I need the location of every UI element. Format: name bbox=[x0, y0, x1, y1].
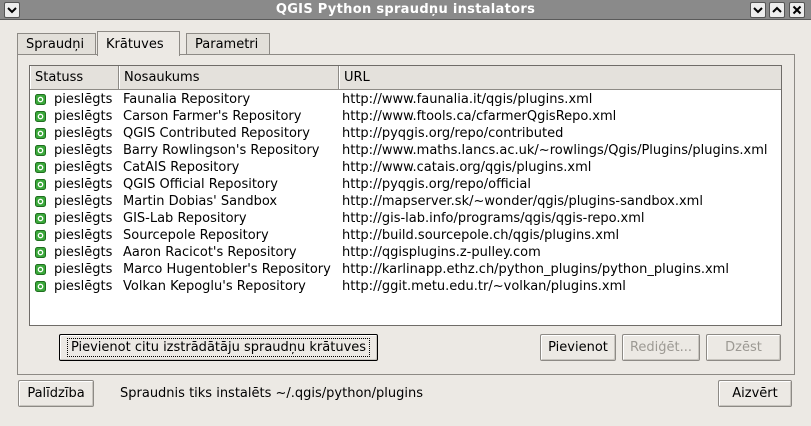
status-connected-icon bbox=[35, 128, 46, 139]
window-menu-button[interactable] bbox=[4, 2, 20, 18]
repository-table[interactable]: Statuss Nosaukums URL pieslēgts Faunalia… bbox=[29, 65, 782, 326]
row-name: Sourcepole Repository bbox=[123, 228, 269, 243]
table-header: Statuss Nosaukums URL bbox=[30, 66, 781, 90]
window-title: QGIS Python spraudņu instalators bbox=[275, 2, 536, 17]
row-status: pieslēgts bbox=[54, 194, 113, 209]
row-name: Barry Rowlingson's Repository bbox=[123, 143, 320, 158]
button-label: Aizvērt bbox=[732, 386, 778, 401]
status-connected-icon bbox=[35, 162, 46, 173]
row-url: http://mapserver.sk/~wonder/qgis/plugins… bbox=[342, 194, 703, 209]
row-status: pieslēgts bbox=[54, 92, 113, 107]
tab-label: Spraudņi bbox=[26, 37, 85, 52]
table-row[interactable]: pieslēgts Carson Farmer's Repository htt… bbox=[30, 108, 781, 125]
button-label: Pievienot bbox=[548, 340, 608, 355]
row-status: pieslēgts bbox=[54, 279, 113, 294]
button-label: Rediģēt... bbox=[629, 340, 693, 355]
tab-label: Krātuves bbox=[106, 36, 164, 52]
minimize-button[interactable] bbox=[750, 2, 766, 18]
row-url: http://www.catais.org/qgis/plugins.xml bbox=[342, 160, 592, 175]
table-row[interactable]: pieslēgts QGIS Contributed Repository ht… bbox=[30, 125, 781, 142]
button-label: Pievienot citu izstrādātāju spraudņu krā… bbox=[66, 338, 371, 357]
window-titlebar[interactable]: QGIS Python spraudņu instalators bbox=[0, 0, 811, 20]
row-name: Martin Dobias' Sandbox bbox=[123, 194, 278, 209]
row-name: CatAIS Repository bbox=[123, 160, 240, 175]
help-button[interactable]: Palīdzība bbox=[18, 380, 94, 407]
row-name: QGIS Contributed Repository bbox=[123, 126, 310, 141]
table-row[interactable]: pieslēgts Sourcepole Repository http://b… bbox=[30, 227, 781, 244]
close-button[interactable]: Aizvērt bbox=[718, 380, 792, 407]
edit-repository-button[interactable]: Rediģēt... bbox=[622, 334, 700, 361]
row-url: http://ggit.metu.edu.tr/~volkan/plugins.… bbox=[342, 279, 626, 294]
row-status: pieslēgts bbox=[54, 160, 113, 175]
button-label: Dzēst bbox=[725, 340, 762, 355]
tab-options[interactable]: Parametri bbox=[186, 33, 270, 55]
table-row[interactable]: pieslēgts Faunalia Repository http://www… bbox=[30, 91, 781, 108]
status-connected-icon bbox=[35, 111, 46, 122]
table-row[interactable]: pieslēgts Aaron Racicot's Repository htt… bbox=[30, 244, 781, 261]
close-icon bbox=[792, 5, 802, 15]
row-name: Carson Farmer's Repository bbox=[123, 109, 302, 124]
row-status: pieslēgts bbox=[54, 262, 113, 277]
status-connected-icon bbox=[35, 230, 46, 241]
table-row[interactable]: pieslēgts GIS-Lab Repository http://gis-… bbox=[30, 210, 781, 227]
button-label: Palīdzība bbox=[27, 386, 85, 401]
table-row[interactable]: pieslēgts Barry Rowlingson's Repository … bbox=[30, 142, 781, 159]
install-path-text: Spraudnis tiks instalēts ~/.qgis/python/… bbox=[120, 386, 424, 401]
status-connected-icon bbox=[35, 196, 46, 207]
status-connected-icon bbox=[35, 247, 46, 258]
add-repository-button[interactable]: Pievienot bbox=[540, 334, 616, 361]
row-status: pieslēgts bbox=[54, 245, 113, 260]
table-row[interactable]: pieslēgts Marco Hugentobler's Repository… bbox=[30, 261, 781, 278]
row-url: http://www.ftools.ca/cfarmerQgisRepo.xml bbox=[342, 109, 617, 124]
column-header-url[interactable]: URL bbox=[339, 66, 781, 89]
maximize-button[interactable] bbox=[769, 2, 785, 18]
row-name: Marco Hugentobler's Repository bbox=[123, 262, 331, 277]
row-url: http://pyqgis.org/repo/official bbox=[342, 177, 531, 192]
tab-label: Parametri bbox=[195, 37, 259, 52]
chevron-up-icon bbox=[772, 6, 782, 13]
status-connected-icon bbox=[35, 179, 46, 190]
status-connected-icon bbox=[35, 213, 46, 224]
row-url: http://karlinapp.ethz.ch/python_plugins/… bbox=[342, 262, 729, 277]
close-window-button[interactable] bbox=[789, 2, 805, 18]
column-header-name[interactable]: Nosaukums bbox=[119, 66, 339, 89]
status-connected-icon bbox=[35, 94, 46, 105]
status-connected-icon bbox=[35, 264, 46, 275]
row-url: http://gis-lab.info/programs/qgis/qgis-r… bbox=[342, 211, 645, 226]
status-connected-icon bbox=[35, 145, 46, 156]
table-row[interactable]: pieslēgts Volkan Kepoglu's Repository ht… bbox=[30, 278, 781, 295]
row-status: pieslēgts bbox=[54, 177, 113, 192]
row-status: pieslēgts bbox=[54, 109, 113, 124]
add-third-party-repositories-button[interactable]: Pievienot citu izstrādātāju spraudņu krā… bbox=[59, 334, 378, 361]
row-name: Volkan Kepoglu's Repository bbox=[123, 279, 306, 294]
row-status: pieslēgts bbox=[54, 126, 113, 141]
row-status: pieslēgts bbox=[54, 143, 113, 158]
column-header-status[interactable]: Statuss bbox=[30, 66, 119, 89]
table-row[interactable]: pieslēgts CatAIS Repository http://www.c… bbox=[30, 159, 781, 176]
row-name: Aaron Racicot's Repository bbox=[123, 245, 297, 260]
row-url: http://build.sourcepole.ch/qgis/plugins.… bbox=[342, 228, 620, 243]
chevron-down-icon bbox=[753, 7, 763, 14]
row-status: pieslēgts bbox=[54, 228, 113, 243]
row-url: http://qgisplugins.z-pulley.com bbox=[342, 245, 541, 260]
row-url: http://pyqgis.org/repo/contributed bbox=[342, 126, 564, 141]
row-name: QGIS Official Repository bbox=[123, 177, 278, 192]
row-name: GIS-Lab Repository bbox=[123, 211, 247, 226]
table-row[interactable]: pieslēgts Martin Dobias' Sandbox http://… bbox=[30, 193, 781, 210]
tab-plugins[interactable]: Spraudņi bbox=[17, 33, 96, 55]
row-name: Faunalia Repository bbox=[123, 92, 251, 107]
row-url: http://www.faunalia.it/qgis/plugins.xml bbox=[342, 92, 593, 107]
table-row[interactable]: pieslēgts QGIS Official Repository http:… bbox=[30, 176, 781, 193]
status-connected-icon bbox=[35, 281, 46, 292]
chevron-down-icon bbox=[7, 7, 17, 14]
delete-repository-button[interactable]: Dzēst bbox=[706, 334, 781, 361]
tab-repositories[interactable]: Krātuves bbox=[97, 31, 180, 56]
row-status: pieslēgts bbox=[54, 211, 113, 226]
row-url: http://www.maths.lancs.ac.uk/~rowlings/Q… bbox=[342, 143, 768, 158]
